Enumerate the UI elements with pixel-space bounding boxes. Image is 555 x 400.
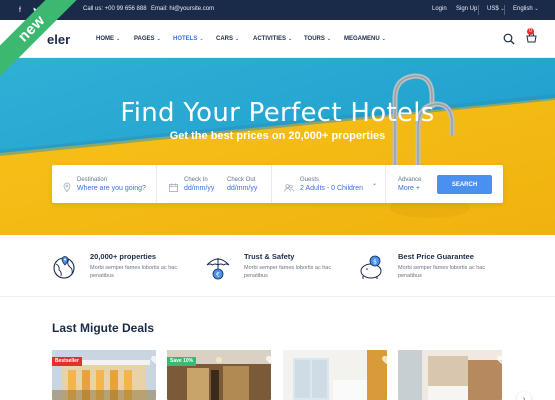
deal-image xyxy=(398,350,502,400)
search-icon[interactable] xyxy=(503,32,515,50)
deal-card[interactable]: Save 10% xyxy=(167,350,271,400)
badge: Bestseller xyxy=(52,357,82,366)
chevron-down-icon: ⌄ xyxy=(326,36,332,42)
language-select[interactable]: English ⌄ xyxy=(513,6,539,12)
checkout-label: Check Out xyxy=(227,177,256,183)
guests-field[interactable]: Guests 2 Adults - 0 Children ⌄ xyxy=(272,165,385,203)
calendar-icon xyxy=(169,179,178,197)
chevron-down-icon: ⌄ xyxy=(534,6,539,12)
guests-select[interactable]: 2 Adults - 0 Children xyxy=(300,185,363,192)
top-bar: f Call us: +00 99 656 888 Email: hi@your… xyxy=(0,0,555,20)
chevron-down-icon: ⌄ xyxy=(235,36,240,42)
chevron-down-icon: ⌄ xyxy=(116,36,121,42)
deal-image xyxy=(283,350,387,400)
logo[interactable]: eler xyxy=(47,32,70,47)
divider xyxy=(504,5,505,15)
nav-label: MEGAMENU xyxy=(344,36,380,42)
nav-label: TOURS xyxy=(304,36,325,42)
facebook-icon[interactable]: f xyxy=(16,6,24,14)
destination-field[interactable]: Destination Where are you going? xyxy=(52,165,156,203)
hero-title: Find Your Perfect Hotels xyxy=(120,98,435,128)
currency-select[interactable]: US$ ⌄ xyxy=(487,6,505,12)
nav-label: CARS xyxy=(216,36,234,42)
checkin-label: Check In xyxy=(184,177,208,183)
login-link[interactable]: Login xyxy=(432,6,447,12)
advance-label: Advance xyxy=(398,177,422,183)
guests-label: Guests xyxy=(300,177,320,183)
advance-toggle[interactable]: More + xyxy=(398,185,420,192)
search-form: Destination Where are you going? Check I… xyxy=(52,165,503,203)
badge: Save 10% xyxy=(167,357,197,366)
cart-count-badge: 0 xyxy=(527,28,534,35)
nav-cars[interactable]: CARS ⌄ xyxy=(216,36,239,42)
nav-label: PAGES xyxy=(134,36,155,42)
nav-hotels[interactable]: HOTELS ⌄ xyxy=(173,36,204,42)
feature-title: Best Price Guarantee xyxy=(398,252,474,261)
hero-subtitle: Get the best prices on 20,000+ propertie… xyxy=(169,130,386,142)
dates-field[interactable]: Check In dd/mm/yy Check Out dd/mm/yy xyxy=(157,165,271,203)
main-header: eler HOME ⌄ PAGES ⌄ HOTELS ⌄ CARS ⌄ ACTIVITI… xyxy=(0,20,555,58)
advance-field[interactable]: Advance More + xyxy=(386,165,436,203)
nav-label: ACTIVITIES xyxy=(253,36,287,42)
nav-megamenu[interactable]: MEGAMENU ⌄ xyxy=(344,36,386,42)
language-value: English xyxy=(513,6,533,12)
svg-text:€: € xyxy=(216,272,220,279)
svg-text:$: $ xyxy=(373,259,377,266)
divider xyxy=(478,5,479,15)
feature-description: Morbi semper fames lobortis ac hac penat… xyxy=(244,265,332,279)
nav-home[interactable]: HOME ⌄ xyxy=(96,36,120,42)
checkin-input[interactable]: dd/mm/yy xyxy=(184,185,214,192)
nav-label: HOTELS xyxy=(173,36,198,42)
piggy-bank-icon: $ xyxy=(358,255,386,286)
chevron-down-icon: ⌄ xyxy=(199,36,204,42)
feature-title: Trust & Safety xyxy=(244,252,295,261)
nav-label: HOME xyxy=(96,36,114,42)
deal-card[interactable] xyxy=(398,350,502,400)
search-button[interactable]: SEARCH xyxy=(437,175,492,194)
deal-card[interactable]: Bestseller xyxy=(52,350,156,400)
users-icon xyxy=(284,179,294,197)
umbrella-icon: € xyxy=(205,255,231,286)
currency-value: US$ xyxy=(487,6,499,12)
chevron-down-icon: ⌄ xyxy=(288,36,293,42)
destination-input[interactable]: Where are you going? xyxy=(77,185,146,192)
phone-text: Call us: +00 99 656 888 xyxy=(83,6,147,12)
checkout-input[interactable]: dd/mm/yy xyxy=(227,185,257,192)
chevron-down-icon: ⌄ xyxy=(156,36,161,42)
nav-tours[interactable]: TOURS ⌄ xyxy=(304,36,331,42)
chevron-down-icon: ⌄ xyxy=(381,36,386,42)
signup-link[interactable]: Sign Up xyxy=(456,6,477,12)
section-title: Last Migute Deals xyxy=(52,321,155,335)
hero-background xyxy=(0,58,555,235)
nav-activities[interactable]: ACTIVITIES ⌄ xyxy=(253,36,292,42)
nav-pages[interactable]: PAGES ⌄ xyxy=(134,36,161,42)
globe-pin-icon xyxy=(52,255,78,284)
features-strip: 20,000+ properties Morbi semper fames lo… xyxy=(0,235,555,297)
feature-description: Morbi semper fames lobortis ac hac penat… xyxy=(90,265,178,279)
feature-description: Morbi semper fames lobortis ac hac penat… xyxy=(398,265,486,279)
chevron-down-icon: ⌄ xyxy=(372,181,378,187)
feature-title: 20,000+ properties xyxy=(90,252,157,261)
chevron-right-icon[interactable]: › xyxy=(517,392,531,400)
destination-label: Destination xyxy=(77,177,108,183)
email-text: Email: hi@yoursite.com xyxy=(151,6,215,12)
hero-banner: Find Your Perfect Hotels Get the best pr… xyxy=(0,58,555,235)
deal-card[interactable] xyxy=(283,350,387,400)
map-pin-icon xyxy=(63,179,71,197)
